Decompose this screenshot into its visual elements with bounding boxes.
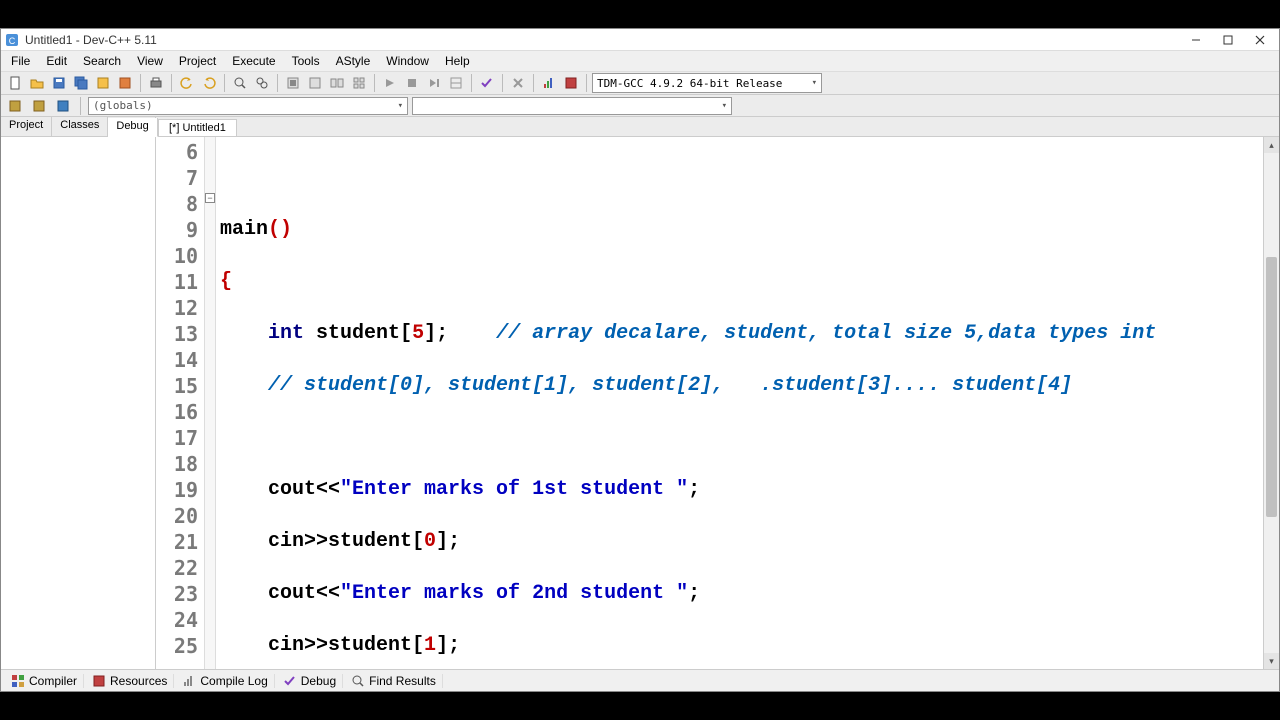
stop-button[interactable] bbox=[402, 73, 422, 93]
scroll-down-icon[interactable]: ▾ bbox=[1264, 653, 1279, 669]
goto-button[interactable] bbox=[561, 73, 581, 93]
scroll-thumb[interactable] bbox=[1266, 257, 1277, 517]
svg-text:C: C bbox=[9, 36, 16, 46]
insert-button[interactable] bbox=[29, 96, 49, 116]
menubar: File Edit Search View Project Execute To… bbox=[1, 51, 1279, 71]
menu-file[interactable]: File bbox=[3, 52, 38, 70]
new-file-button[interactable] bbox=[5, 73, 25, 93]
chevron-down-icon: ▾ bbox=[722, 101, 727, 111]
menu-tools[interactable]: Tools bbox=[284, 52, 328, 70]
delete-button[interactable] bbox=[508, 73, 528, 93]
separator bbox=[533, 74, 534, 92]
find-icon bbox=[351, 674, 365, 688]
status-compile-log[interactable]: Compile Log bbox=[176, 674, 274, 688]
scope-select[interactable]: (globals) ▾ bbox=[88, 97, 408, 115]
run-button[interactable] bbox=[305, 73, 325, 93]
compile-button[interactable] bbox=[283, 73, 303, 93]
separator bbox=[586, 74, 587, 92]
check-icon bbox=[283, 674, 297, 688]
status-compiler[interactable]: Compiler bbox=[5, 674, 84, 688]
separator bbox=[502, 74, 503, 92]
separator bbox=[224, 74, 225, 92]
minimize-button[interactable] bbox=[1189, 33, 1203, 47]
menu-search[interactable]: Search bbox=[75, 52, 129, 70]
menu-astyle[interactable]: AStyle bbox=[328, 52, 379, 70]
window-controls bbox=[1189, 33, 1275, 47]
menu-help[interactable]: Help bbox=[437, 52, 478, 70]
side-panel: Project Classes Debug bbox=[1, 117, 156, 669]
save-all-button[interactable] bbox=[71, 73, 91, 93]
log-icon bbox=[182, 674, 196, 688]
toolbar-secondary: (globals) ▾ ▾ bbox=[1, 95, 1279, 117]
tab-classes[interactable]: Classes bbox=[52, 117, 108, 136]
check-button[interactable] bbox=[477, 73, 497, 93]
menu-execute[interactable]: Execute bbox=[224, 52, 283, 70]
menu-view[interactable]: View bbox=[129, 52, 171, 70]
app-window: C Untitled1 - Dev-C++ 5.11 File Edit Sea… bbox=[0, 28, 1280, 692]
code-text[interactable]: main() { int student[5]; // array decala… bbox=[216, 137, 1263, 669]
window-title: Untitled1 - Dev-C++ 5.11 bbox=[25, 33, 1189, 47]
find-button[interactable] bbox=[230, 73, 250, 93]
editor-tab-untitled1[interactable]: [*] Untitled1 bbox=[158, 119, 237, 136]
letterbox-bottom bbox=[0, 692, 1280, 720]
toolbar-main: TDM-GCC 4.9.2 64-bit Release ▾ bbox=[1, 71, 1279, 95]
chevron-down-icon: ▾ bbox=[398, 101, 403, 111]
separator bbox=[471, 74, 472, 92]
code-area[interactable]: 678910111213141516171819202122232425 − m… bbox=[156, 137, 1279, 669]
separator bbox=[277, 74, 278, 92]
statusbar: Compiler Resources Compile Log Debug Fin… bbox=[1, 669, 1279, 691]
chevron-down-icon: ▾ bbox=[812, 78, 817, 88]
undo-button[interactable] bbox=[177, 73, 197, 93]
fold-toggle-icon[interactable]: − bbox=[205, 193, 215, 203]
compiler-select-text: TDM-GCC 4.9.2 64-bit Release bbox=[597, 77, 782, 90]
compile-run-button[interactable] bbox=[327, 73, 347, 93]
separator bbox=[374, 74, 375, 92]
status-debug[interactable]: Debug bbox=[277, 674, 343, 688]
status-find-results[interactable]: Find Results bbox=[345, 674, 443, 688]
print-button[interactable] bbox=[146, 73, 166, 93]
bookmark-button[interactable] bbox=[53, 96, 73, 116]
menu-project[interactable]: Project bbox=[171, 52, 224, 70]
main-area: Project Classes Debug [*] Untitled1 6789… bbox=[1, 117, 1279, 669]
save-as-button[interactable] bbox=[93, 73, 113, 93]
resources-icon bbox=[92, 674, 106, 688]
new-class-button[interactable] bbox=[5, 96, 25, 116]
trace-button[interactable] bbox=[446, 73, 466, 93]
vertical-scrollbar[interactable]: ▴ ▾ bbox=[1263, 137, 1279, 669]
letterbox-top bbox=[0, 0, 1280, 28]
tab-debug[interactable]: Debug bbox=[108, 118, 157, 137]
scroll-up-icon[interactable]: ▴ bbox=[1264, 137, 1279, 153]
step-button[interactable] bbox=[424, 73, 444, 93]
close-file-button[interactable] bbox=[115, 73, 135, 93]
maximize-button[interactable] bbox=[1221, 33, 1235, 47]
member-select[interactable]: ▾ bbox=[412, 97, 732, 115]
separator bbox=[80, 97, 81, 115]
separator bbox=[140, 74, 141, 92]
tab-project[interactable]: Project bbox=[1, 117, 52, 136]
compiler-select[interactable]: TDM-GCC 4.9.2 64-bit Release ▾ bbox=[592, 73, 822, 93]
scope-text: (globals) bbox=[93, 99, 153, 112]
titlebar: C Untitled1 - Dev-C++ 5.11 bbox=[1, 29, 1279, 51]
fold-column: − bbox=[204, 137, 216, 669]
rebuild-button[interactable] bbox=[349, 73, 369, 93]
open-button[interactable] bbox=[27, 73, 47, 93]
save-button[interactable] bbox=[49, 73, 69, 93]
menu-edit[interactable]: Edit bbox=[38, 52, 75, 70]
redo-button[interactable] bbox=[199, 73, 219, 93]
line-number-gutter: 678910111213141516171819202122232425 bbox=[156, 137, 204, 669]
separator bbox=[171, 74, 172, 92]
menu-window[interactable]: Window bbox=[378, 52, 437, 70]
replace-button[interactable] bbox=[252, 73, 272, 93]
status-resources[interactable]: Resources bbox=[86, 674, 174, 688]
debug-button[interactable] bbox=[380, 73, 400, 93]
editor-area: [*] Untitled1 67891011121314151617181920… bbox=[156, 117, 1279, 669]
grid-icon bbox=[11, 674, 25, 688]
profile-button[interactable] bbox=[539, 73, 559, 93]
close-button[interactable] bbox=[1253, 33, 1267, 47]
side-panel-tabs: Project Classes Debug bbox=[1, 117, 155, 137]
app-icon: C bbox=[5, 33, 19, 47]
editor-tabs: [*] Untitled1 bbox=[156, 117, 1279, 137]
